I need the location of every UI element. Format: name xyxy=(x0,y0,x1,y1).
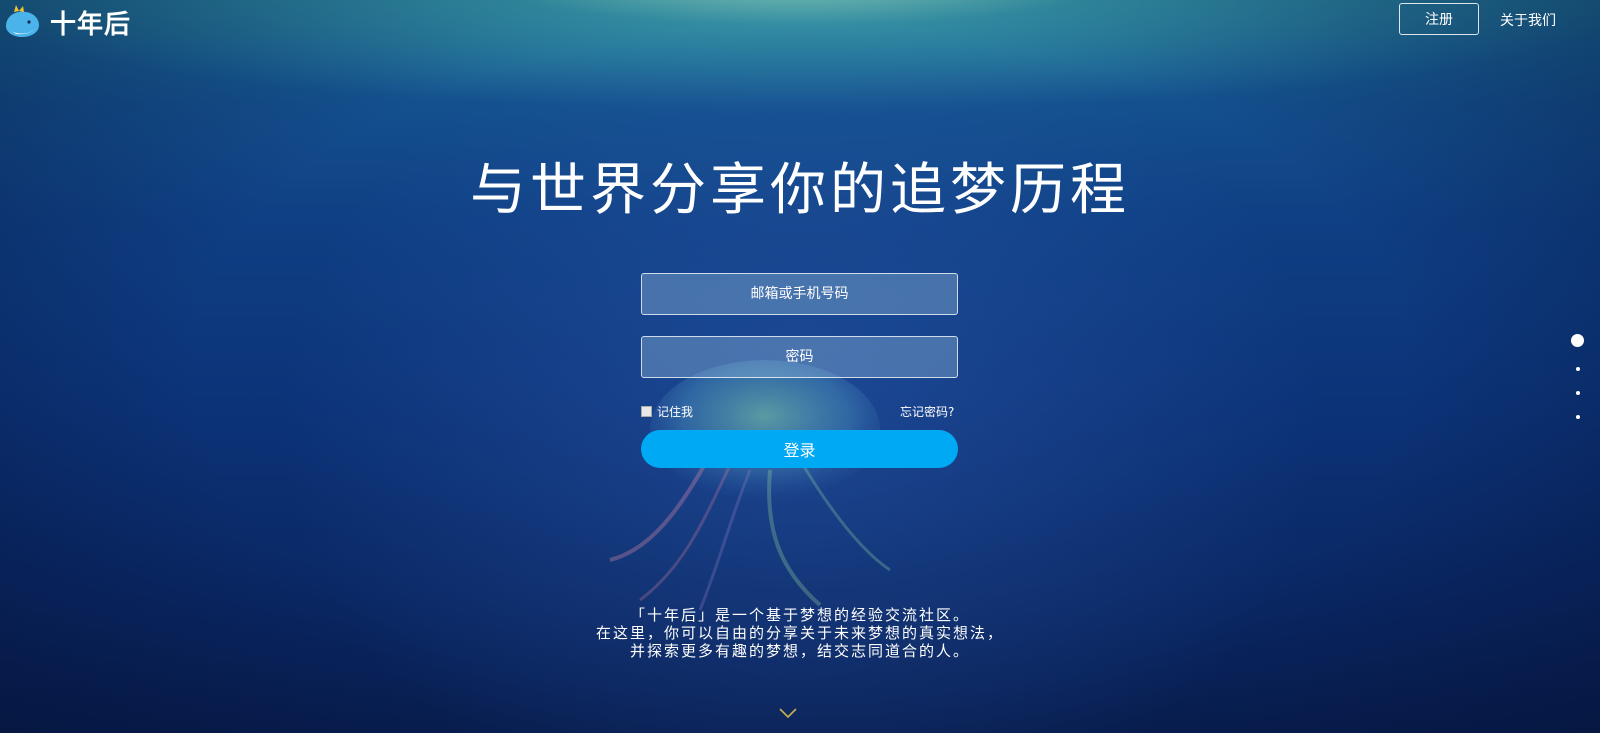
description-line: 「十年后」是一个基于梦想的经验交流社区。 xyxy=(629,606,970,624)
forgot-password-link[interactable]: 忘记密码? xyxy=(900,403,954,420)
page-dot-2[interactable] xyxy=(1576,367,1580,371)
login-button[interactable]: 登录 xyxy=(641,430,958,468)
email-phone-input[interactable] xyxy=(641,273,958,315)
remember-me-label: 记住我 xyxy=(657,405,694,419)
jellyfish-decoration xyxy=(609,360,891,611)
whale-icon xyxy=(6,5,39,37)
about-us-link[interactable]: 关于我们 xyxy=(1500,10,1556,30)
register-button[interactable]: 注册 xyxy=(1399,3,1479,35)
site-description: 「十年后」是一个基于梦想的经验交流社区。 在这里，你可以自由的分享关于未来梦想的… xyxy=(0,606,1600,660)
logo-text: 十年后 xyxy=(50,9,132,40)
page-dot-1[interactable] xyxy=(1571,334,1584,347)
remember-me-checkbox[interactable] xyxy=(641,406,652,417)
description-line: 并探索更多有趣的梦想，结交志同道合的人。 xyxy=(629,642,970,660)
password-input[interactable] xyxy=(641,336,958,378)
remember-me[interactable]: 记住我 xyxy=(641,403,693,420)
description-line: 在这里，你可以自由的分享关于未来梦想的真实想法， xyxy=(595,624,1004,642)
page-headline: 与世界分享你的追梦历程 xyxy=(470,158,1130,223)
chevron-down-icon[interactable] xyxy=(779,707,797,719)
page-dot-3[interactable] xyxy=(1576,391,1580,395)
site-logo[interactable]: 十年后 xyxy=(2,2,131,42)
page-dot-4[interactable] xyxy=(1576,415,1580,419)
